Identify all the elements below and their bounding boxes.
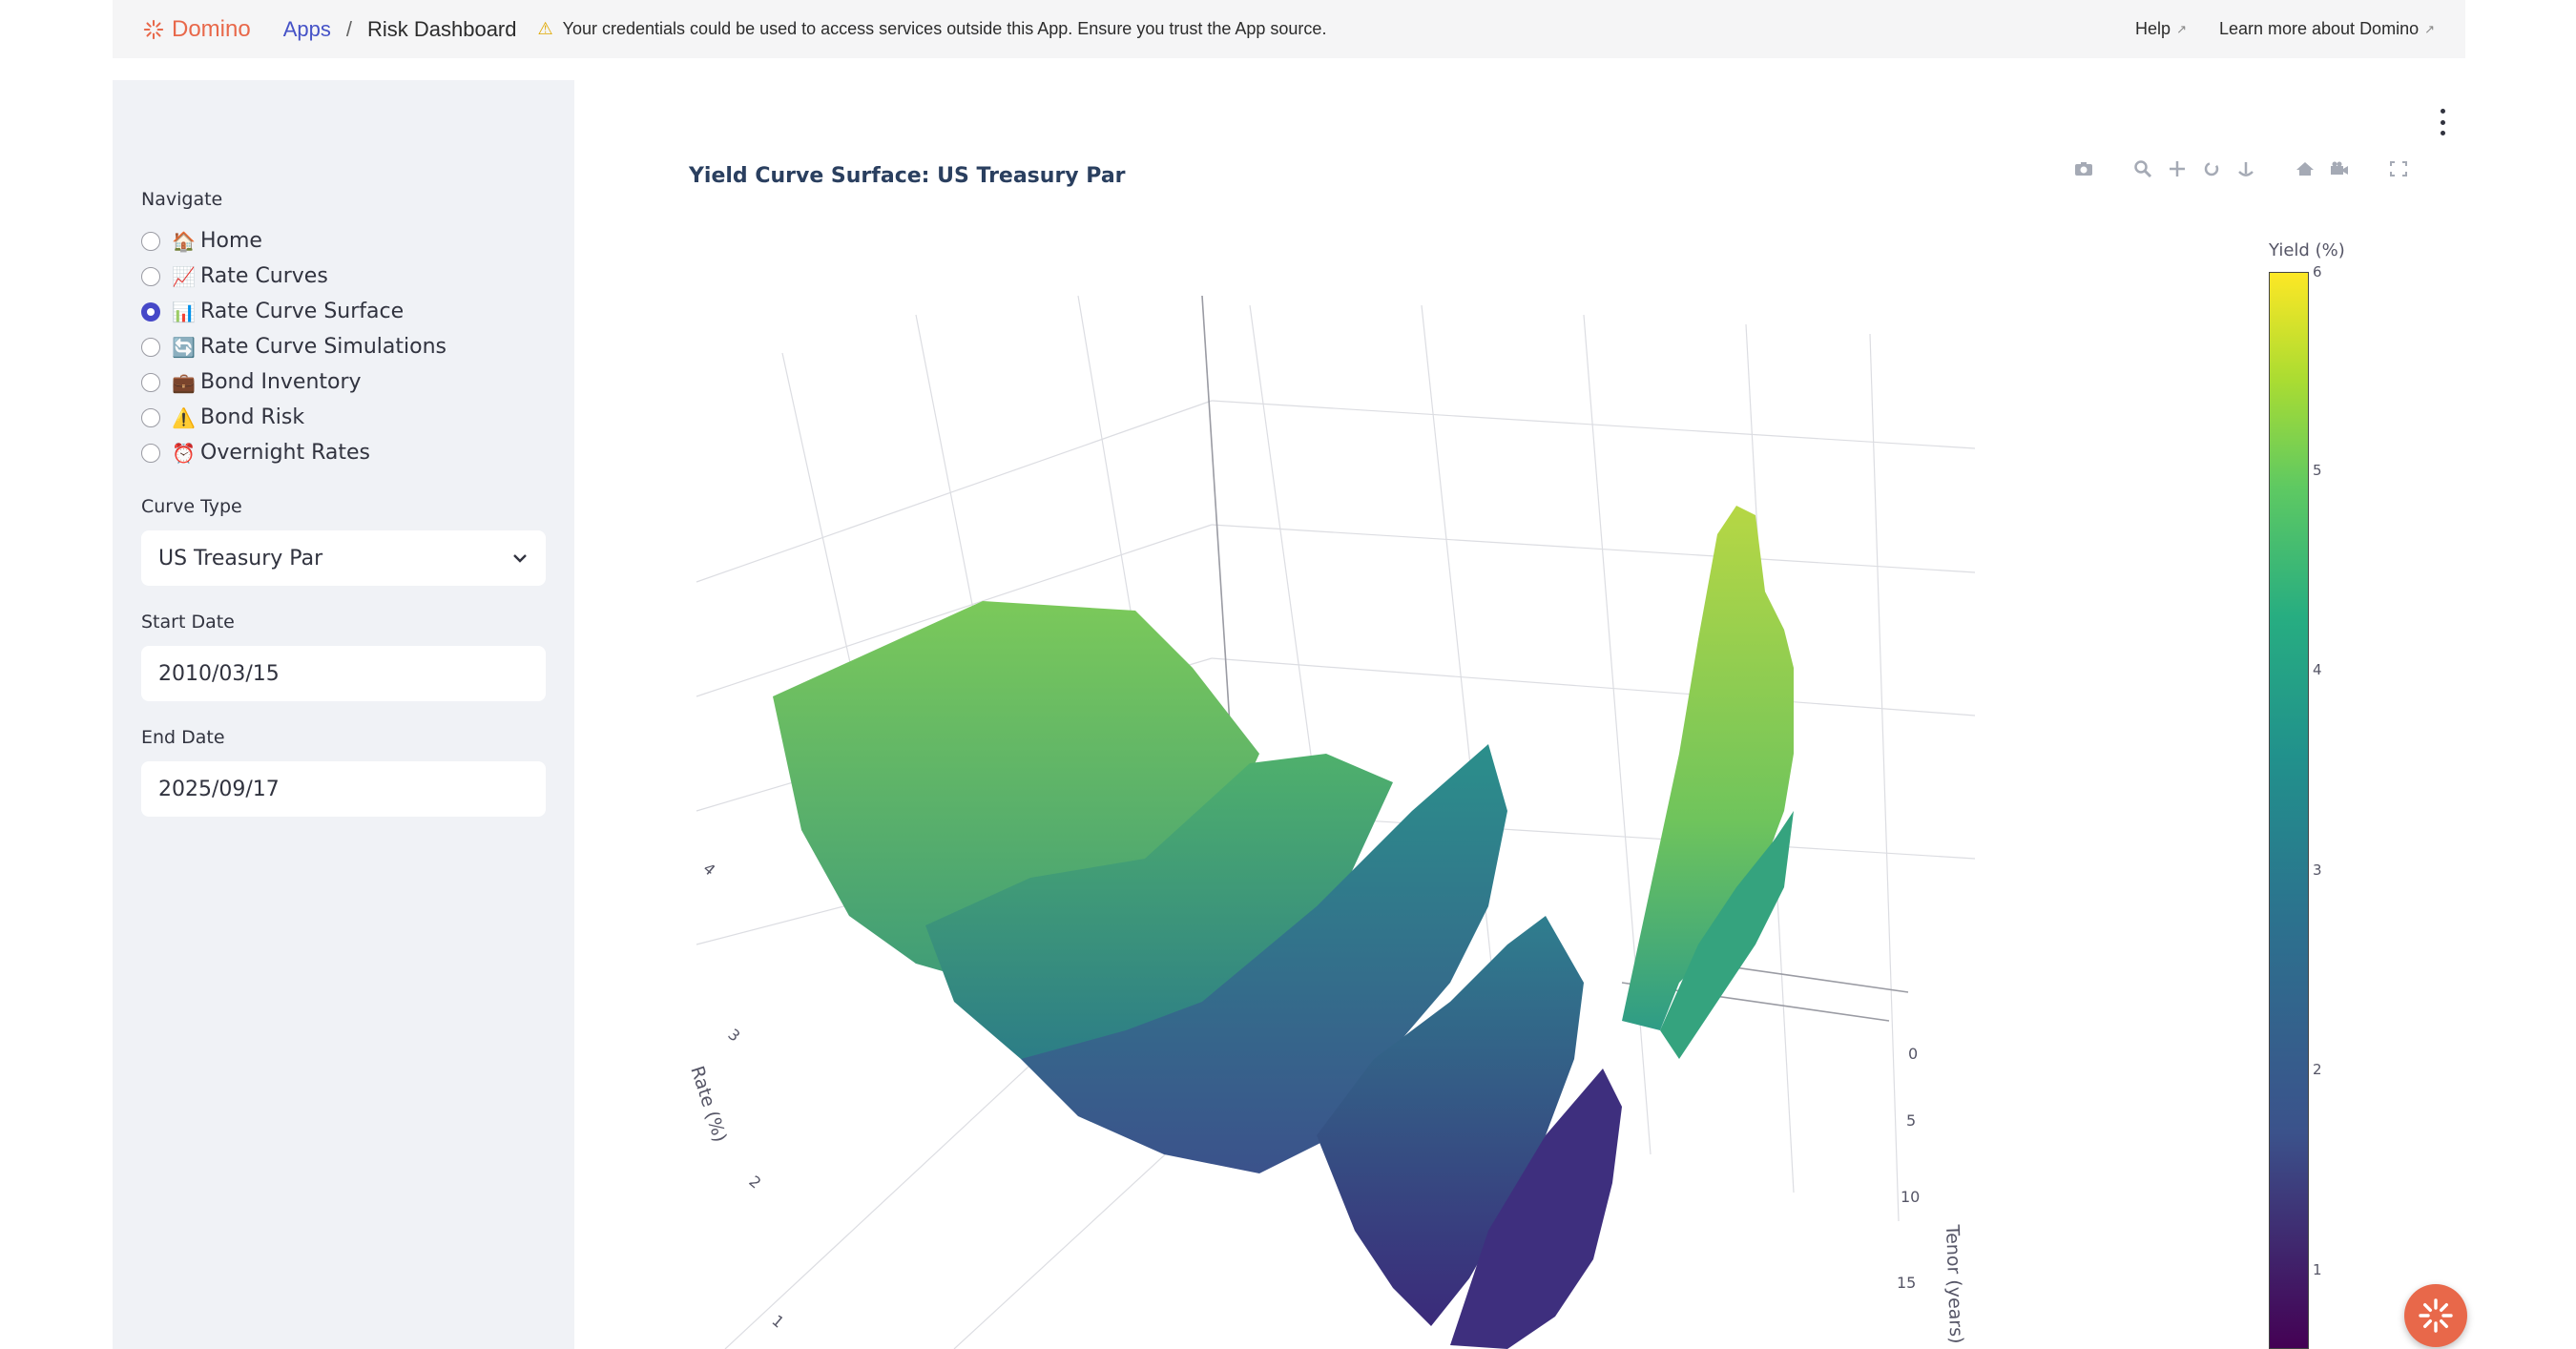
z-tick-label: 3 (724, 1026, 743, 1046)
nav-item-label: Rate Curve Simulations (200, 335, 447, 359)
curve-type-value: US Treasury Par (158, 546, 323, 571)
radio-button[interactable] (141, 231, 160, 251)
house-icon: 🏠 (172, 229, 196, 253)
nav-item-label: Rate Curve Surface (200, 300, 405, 323)
colorbar-tick: 5 (2313, 462, 2322, 479)
pan-icon[interactable] (2166, 158, 2189, 179)
nav-item-bond-inventory[interactable]: 💼 Bond Inventory (141, 364, 447, 400)
breadcrumb-separator: / (345, 16, 352, 41)
colorbar-tick: 4 (2313, 661, 2322, 678)
y-tick-label: 15 (1897, 1274, 1916, 1292)
nav-item-label: Bond Risk (200, 405, 305, 429)
y-tick-label: 0 (1908, 1045, 1918, 1063)
breadcrumb-current-page: Risk Dashboard (366, 16, 517, 41)
fullscreen-icon[interactable] (2387, 158, 2410, 179)
turntable-rotation-icon[interactable] (2234, 158, 2257, 179)
external-link-icon: ↗ (2424, 21, 2435, 36)
curve-type-label: Curve Type (141, 496, 242, 517)
start-date-input[interactable]: 2010/03/15 (141, 646, 546, 701)
nav-item-rate-curve-simulations[interactable]: 🔄 Rate Curve Simulations (141, 329, 447, 364)
start-date-label: Start Date (141, 612, 235, 633)
domino-logo[interactable]: Domino (143, 16, 251, 43)
nav-item-label: Overnight Rates (200, 441, 371, 465)
default-view-camera-icon[interactable] (2328, 158, 2351, 179)
brand-name: Domino (172, 15, 251, 42)
colorbar-tick: 1 (2313, 1261, 2322, 1278)
zoom-icon[interactable] (2131, 158, 2154, 179)
top-right-links: Help ↗ Learn more about Domino ↗ (2103, 19, 2435, 39)
radio-button[interactable] (141, 443, 160, 463)
alarm-clock-icon: ⏰ (172, 441, 196, 465)
bar-chart-icon: 📊 (172, 300, 196, 323)
domino-logo-icon (2419, 1298, 2453, 1333)
y-tick-label: 10 (1901, 1188, 1920, 1206)
chevron-down-icon (511, 549, 529, 569)
end-date-label: End Date (141, 727, 225, 748)
z-tick-label: 4 (699, 860, 718, 880)
top-bar: Domino Apps / Risk Dashboard ⚠ Your cred… (113, 0, 2465, 58)
navigate-label: Navigate (141, 189, 223, 210)
colorbar-tick: 3 (2313, 861, 2322, 879)
y-axis-title: Tenor (years) (1942, 1223, 1966, 1343)
breadcrumb-apps[interactable]: Apps (283, 17, 331, 42)
help-link-label: Help (2135, 19, 2171, 38)
sidebar: Navigate 🏠 Home 📈 Rate Curves 📊 Rate Cur… (113, 80, 574, 1349)
camera-icon[interactable] (2072, 158, 2095, 179)
orbit-rotation-icon[interactable] (2200, 158, 2223, 179)
credentials-warning: Your credentials could be used to access… (562, 19, 1327, 38)
domino-logo-icon (143, 19, 164, 39)
chart-up-icon: 📈 (172, 264, 196, 288)
colorbar-tick: 6 (2313, 263, 2322, 280)
y-tick-label: 5 (1906, 1111, 1916, 1130)
radio-button[interactable] (141, 337, 160, 357)
surface-mesh (773, 506, 1794, 1349)
nav-item-label: Bond Inventory (200, 370, 362, 394)
end-date-input[interactable]: 2025/09/17 (141, 761, 546, 817)
nav-item-bond-risk[interactable]: ⚠️ Bond Risk (141, 400, 447, 435)
warning-icon: ⚠ (537, 19, 553, 38)
nav-item-label: Rate Curves (200, 264, 328, 288)
z-tick-label: 1 (768, 1312, 787, 1332)
nav-item-label: Home (200, 229, 262, 253)
colorbar-tick: 2 (2313, 1061, 2322, 1078)
radio-button[interactable] (141, 266, 160, 286)
radio-button-selected[interactable] (141, 301, 160, 322)
start-date-value: 2010/03/15 (158, 661, 280, 686)
chart-title: Yield Curve Surface: US Treasury Par (689, 164, 1126, 188)
colorbar (2269, 272, 2309, 1349)
nav-item-home[interactable]: 🏠 Home (141, 223, 447, 259)
radio-button[interactable] (141, 407, 160, 427)
learn-more-link[interactable]: Learn more about Domino ↗ (2219, 19, 2435, 39)
external-link-icon: ↗ (2176, 21, 2187, 36)
domino-assistant-button[interactable] (2404, 1284, 2467, 1347)
colorbar-title: Yield (%) (2269, 240, 2345, 260)
nav-item-rate-curves[interactable]: 📈 Rate Curves (141, 259, 447, 294)
warning-icon: ⚠️ (172, 405, 196, 429)
nav-item-rate-curve-surface[interactable]: 📊 Rate Curve Surface (141, 294, 447, 329)
arrows-cycle-icon: 🔄 (172, 335, 196, 359)
help-link[interactable]: Help ↗ (2135, 19, 2187, 39)
yield-curve-surface-plot[interactable]: 4 3 2 1 Rate (%) 0 5 10 15 Tenor (years) (668, 219, 2023, 1349)
end-date-value: 2025/09/17 (158, 777, 280, 801)
learn-more-label: Learn more about Domino (2218, 19, 2420, 38)
more-options-menu-icon[interactable] (2439, 109, 2446, 135)
z-tick-label: 2 (745, 1173, 764, 1193)
nav-item-overnight-rates[interactable]: ⏰ Overnight Rates (141, 435, 447, 470)
home-reset-icon[interactable] (2294, 158, 2316, 179)
z-axis-title: Rate (%) (686, 1064, 730, 1145)
plot-modebar (2072, 158, 2410, 179)
briefcase-icon: 💼 (172, 370, 196, 394)
navigate-radio-group: 🏠 Home 📈 Rate Curves 📊 Rate Curve Surfac… (141, 223, 447, 470)
radio-button[interactable] (141, 372, 160, 392)
curve-type-select[interactable]: US Treasury Par (141, 530, 546, 586)
